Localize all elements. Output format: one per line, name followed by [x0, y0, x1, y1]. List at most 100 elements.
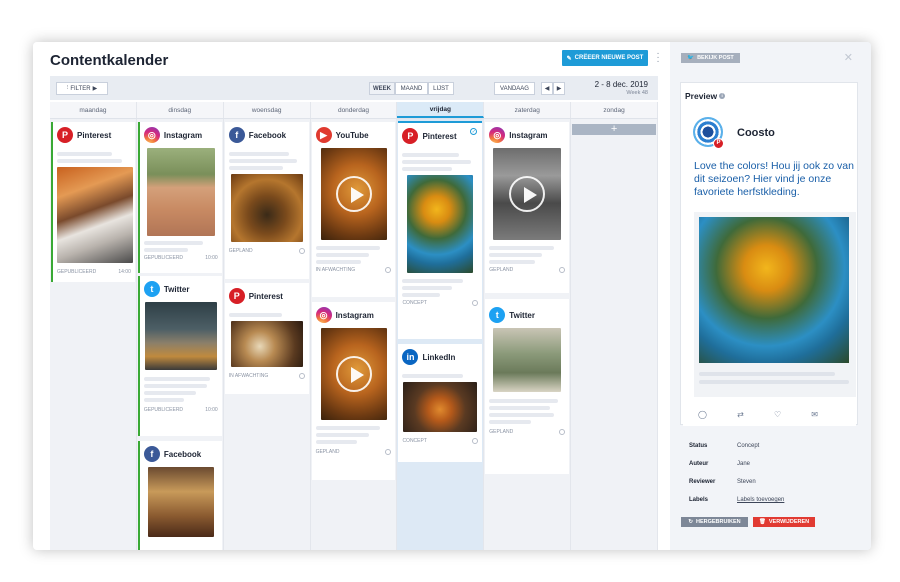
post-status: GEPLAND: [228, 247, 253, 254]
calendar-main: Contentkalender ✎ CRËEER NIEUWE POST · · ·…: [33, 42, 670, 550]
post-image: [146, 148, 215, 236]
day-column-maandag: P Pinterest GEPUBLICEERD 14:00: [50, 119, 137, 550]
play-icon[interactable]: [335, 356, 372, 392]
plus-icon: +: [610, 123, 618, 135]
day-column-zaterdag: ◎ Instagram GEPLAND t Twitter GEPLAND: [484, 119, 572, 550]
view-week-button[interactable]: WEEK: [369, 82, 395, 95]
post-status: IN AFWACHTING: [315, 266, 356, 273]
facebook-icon: f: [228, 127, 245, 143]
pinterest-icon: P: [228, 288, 245, 304]
day-column-vrijdag: ✓ P Pinterest CONCEPT in LinkedIn CONCEPT: [397, 119, 485, 550]
twitter-icon: t: [143, 281, 160, 297]
add-post-button[interactable]: +: [572, 123, 657, 135]
post-card[interactable]: f Facebook GEPLAND: [224, 122, 309, 279]
post-video-thumbnail: [320, 148, 387, 240]
network-name: Twitter: [509, 310, 535, 320]
week-number: Week 48: [626, 90, 648, 96]
post-card[interactable]: ◎ Instagram GEPUBLICEERD 10:00: [137, 122, 222, 273]
post-card[interactable]: P Pinterest GEPUBLICEERD 14:00: [51, 122, 135, 282]
post-card[interactable]: ◎ Instagram GEPLAND: [485, 122, 570, 293]
meta-key-author: Auteur: [689, 461, 709, 467]
post-status: CONCEPT: [402, 437, 427, 444]
day-header-donderdag: donderdag: [311, 102, 398, 118]
linkedin-icon: in: [402, 349, 419, 365]
app-window: Contentkalender ✎ CRËEER NIEUWE POST · · ·…: [33, 42, 871, 550]
view-list-button[interactable]: LIJST: [428, 82, 454, 95]
day-header-zaterdag: zaterdag: [484, 102, 572, 118]
post-card[interactable]: in LinkedIn CONCEPT: [398, 344, 483, 462]
post-image: [230, 321, 303, 367]
clock-icon: [472, 437, 479, 444]
tweet-actions: ◯ ⇄ ♡ ✉: [698, 410, 818, 419]
network-name: Instagram: [335, 310, 374, 320]
tweet-image: [699, 217, 849, 363]
tweet-media: [694, 212, 856, 397]
twitter-icon: t: [489, 307, 506, 323]
add-labels-link[interactable]: Labels toevoegen: [737, 497, 784, 503]
reuse-button[interactable]: ↻ HERGEBRUIKEN: [681, 517, 748, 527]
meta-key-status: Status: [689, 443, 708, 449]
reply-icon[interactable]: ◯: [698, 410, 707, 419]
more-menu-icon[interactable]: · · ·: [656, 49, 660, 67]
post-card[interactable]: t Twitter GEPLAND: [485, 299, 570, 474]
youtube-icon: ▶: [315, 127, 332, 143]
day-column-woensdag: f Facebook GEPLAND P Pinterest IN AFWACHTI…: [223, 119, 311, 550]
network-name: YouTube: [335, 130, 369, 140]
view-post-badge[interactable]: 🐦 BEKIJK POST: [681, 53, 740, 63]
post-image: [57, 167, 133, 263]
preview-box: Preview i P Coosto Love the colors! Hou …: [680, 82, 858, 426]
day-column-donderdag: ▶ YouTube IN AFWACHTING ◎ Instagram GEPLAN…: [310, 119, 398, 550]
retweet-icon[interactable]: ⇄: [737, 410, 744, 419]
post-card[interactable]: ▶ YouTube IN AFWACHTING: [311, 122, 396, 297]
post-status: GEPUBLICEERD: [57, 268, 97, 275]
pinterest-icon: P: [57, 127, 73, 143]
post-time: 10:00: [205, 254, 218, 261]
view-post-label: BEKIJK POST: [697, 55, 734, 61]
play-icon[interactable]: [335, 176, 372, 212]
date-range: 2 - 8 dec. 2019: [594, 80, 648, 89]
caret-right-icon: ▶: [92, 86, 98, 92]
post-image: [407, 175, 474, 273]
account-name: Coosto: [737, 127, 775, 139]
close-icon[interactable]: ✕: [844, 51, 853, 64]
meta-key-labels: Labels: [689, 497, 709, 503]
next-week-button[interactable]: ▶: [553, 82, 565, 95]
today-button[interactable]: VANDAAG: [494, 82, 535, 95]
pinterest-icon: P: [402, 128, 419, 144]
day-header-zondag: zondag: [571, 102, 659, 118]
network-name: Instagram: [509, 130, 548, 140]
calendar-toolbar: ⫶ FILTER ▶ WEEK MAAND LIJST VANDAAG ◀ ▶ …: [50, 76, 658, 100]
day-header-dinsdag: dinsdag: [137, 102, 224, 118]
meta-value-author: Jane: [737, 461, 751, 467]
new-post-button[interactable]: ✎ CRËEER NIEUWE POST: [562, 50, 648, 66]
prev-week-button[interactable]: ◀: [541, 82, 553, 95]
mail-icon[interactable]: ✉: [811, 410, 818, 419]
post-card[interactable]: t Twitter GEPUBLICEERD 10:00: [137, 276, 222, 436]
network-name: Pinterest: [77, 130, 112, 140]
delete-button[interactable]: 🗑 VERWIJDEREN: [753, 517, 815, 527]
post-card[interactable]: P Pinterest IN AFWACHTING: [224, 283, 309, 394]
post-card[interactable]: ◎ Instagram GEPLAND: [311, 302, 396, 480]
tweet-text: Love the colors! Hou jij ook zo van dit …: [694, 160, 854, 198]
play-icon[interactable]: [509, 176, 546, 212]
post-card[interactable]: f Facebook: [137, 441, 222, 550]
post-status: GEPUBLICEERD: [143, 406, 184, 413]
network-name: Facebook: [163, 449, 202, 459]
day-header-vrijdag: vrijdag: [397, 102, 485, 118]
day-column-zondag: +: [571, 119, 659, 550]
post-card[interactable]: ✓ P Pinterest CONCEPT: [398, 121, 483, 339]
filter-button[interactable]: ⫶ FILTER ▶: [56, 82, 108, 95]
post-image: [230, 174, 303, 242]
post-image: [493, 328, 562, 392]
post-status: CONCEPT: [402, 299, 427, 306]
like-icon[interactable]: ♡: [774, 410, 781, 419]
view-month-button[interactable]: MAAND: [395, 82, 428, 95]
instagram-icon: ◎: [315, 307, 332, 323]
facebook-icon: f: [143, 446, 160, 462]
filter-label: FILTER: [70, 85, 91, 92]
meta-value-reviewer: Steven: [737, 479, 756, 485]
clock-icon: [385, 448, 392, 455]
clock-icon: [298, 372, 305, 379]
post-video-thumbnail: [493, 148, 562, 240]
info-icon[interactable]: i: [719, 93, 726, 99]
